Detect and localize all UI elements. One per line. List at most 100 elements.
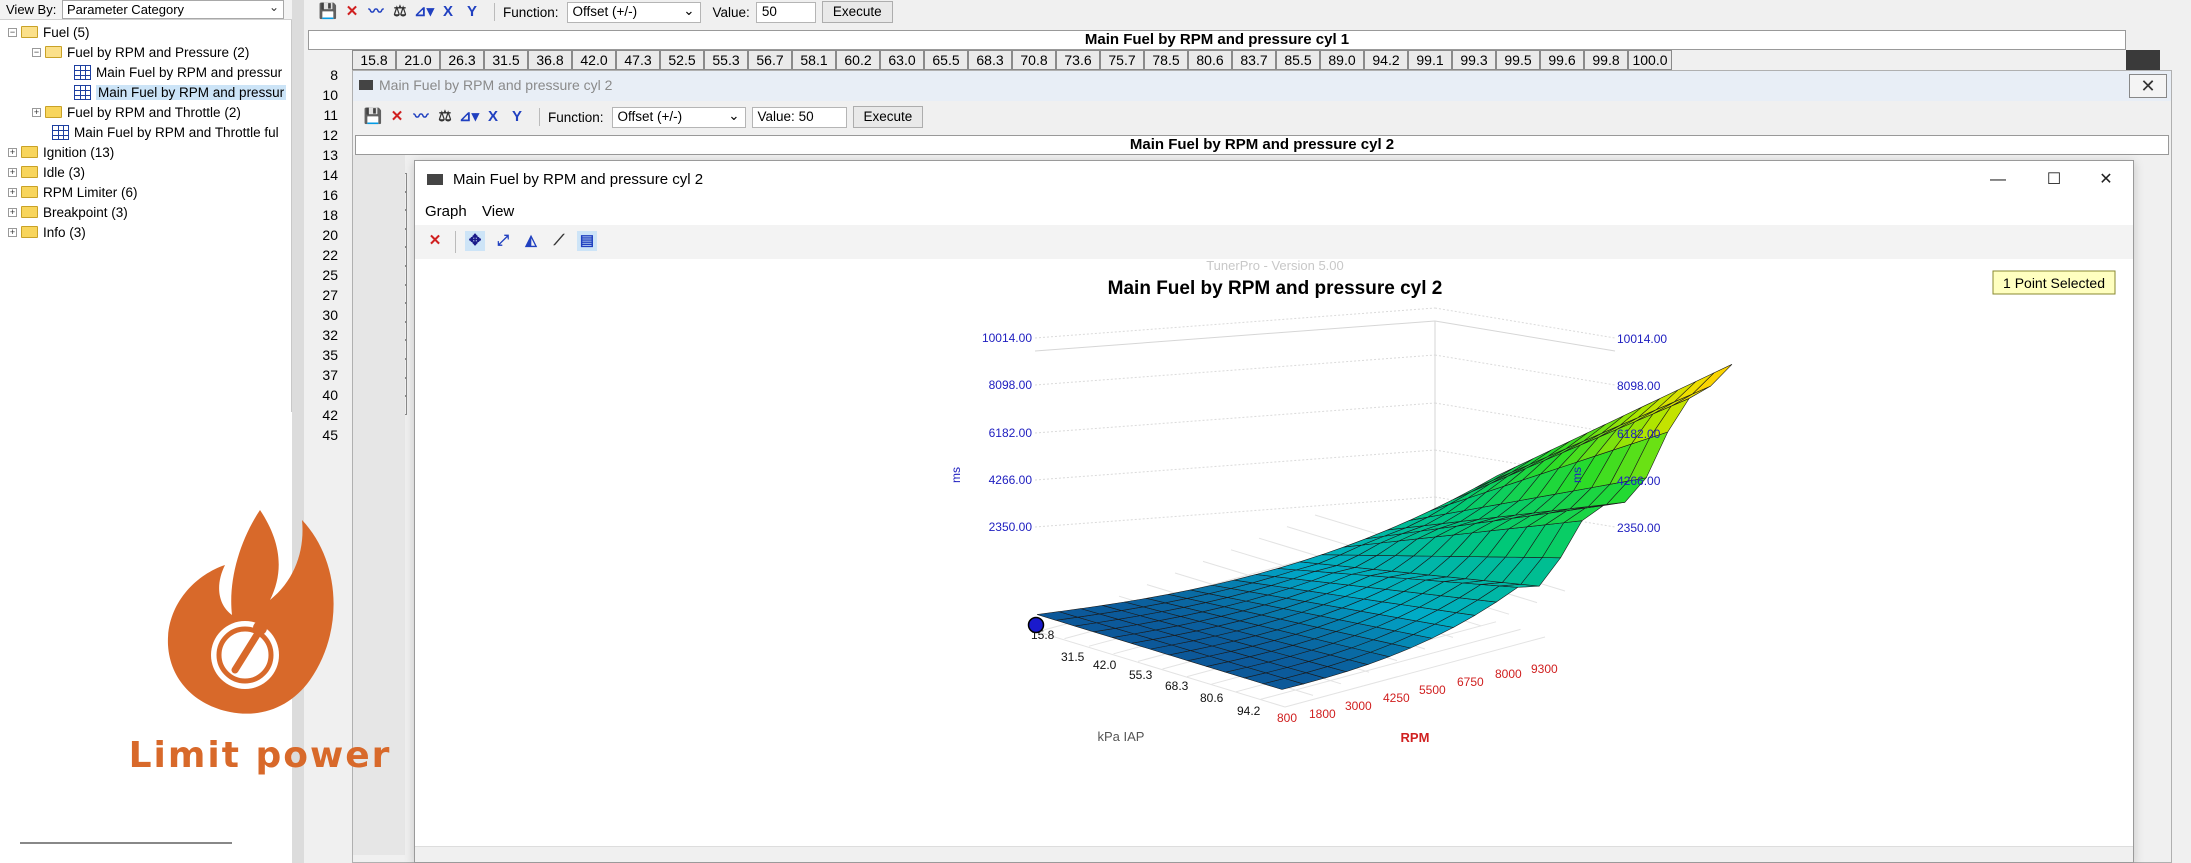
function-select[interactable]: Offset (+/-) ⌄ <box>566 1 701 23</box>
rotate-icon[interactable]: ⤢ <box>493 231 513 251</box>
tree-item-main-fuel-throttle[interactable]: Main Fuel by RPM and Throttle ful <box>52 122 279 142</box>
compare-dropdown-icon[interactable]: ⊿▾ <box>414 2 434 22</box>
value-input[interactable]: 50 <box>755 1 816 23</box>
tree-item-fuel-rpm-pressure[interactable]: − Fuel by RPM and Pressure (2) <box>32 42 249 62</box>
kpa-header-cell: 58.1 <box>792 50 836 70</box>
function-value: Offset (+/-) <box>572 3 638 19</box>
kpa-header-cell: 85.5 <box>1276 50 1320 70</box>
kpa-header-cell: 99.1 <box>1408 50 1452 70</box>
horizontal-scrollbar[interactable] <box>20 842 232 844</box>
expand-icon[interactable]: + <box>8 187 17 197</box>
editor1-toolbar: 💾 ✕ 〰 ⚖ ⊿▾ X Y Function: Offset (+/-) ⌄ … <box>318 0 893 24</box>
expand-icon[interactable]: + <box>32 107 41 117</box>
tree-item-label: Fuel (5) <box>43 24 90 40</box>
kpa-header-cell: 15.8 <box>352 50 396 70</box>
kpa-tick: 68.3 <box>1165 679 1189 693</box>
grid-line <box>1034 354 1436 386</box>
move-cursor-icon[interactable]: ✥ <box>465 231 485 251</box>
z-tick-right: 2350.00 <box>1617 521 1661 535</box>
save-icon[interactable]: 💾 <box>318 2 338 22</box>
close-icon[interactable]: ✕ <box>387 107 407 127</box>
function-label: Function: <box>548 109 604 125</box>
surface-plot[interactable]: TunerPro - Version 5.00 Main Fuel by RPM… <box>415 258 2135 849</box>
tree-item-info[interactable]: + Info (3) <box>8 222 86 242</box>
save-icon[interactable]: 💾 <box>363 107 383 127</box>
tree-item-fuel[interactable]: − Fuel (5) <box>8 22 90 42</box>
graph-statusbar <box>415 846 2133 862</box>
tree-item-ignition[interactable]: + Ignition (13) <box>8 142 114 162</box>
graph-icon[interactable]: 〰 <box>366 2 386 22</box>
surface-icon[interactable]: ◭ <box>521 231 541 251</box>
row-index-label: 20 <box>322 227 338 243</box>
kpa-header-cell: 36.8 <box>528 50 572 70</box>
close-icon[interactable]: ✕ <box>425 231 445 251</box>
color-scale-icon[interactable]: ▤ <box>577 231 597 251</box>
brand-logo: Limit power <box>110 480 410 780</box>
z-tick-left: 8098.00 <box>989 378 1033 392</box>
scale-icon[interactable]: ⚖ <box>390 2 410 22</box>
view-by-select[interactable]: Parameter Category ⌄ <box>62 0 284 19</box>
flame-logo-icon: Limit power <box>129 510 389 776</box>
z-tick-right: 10014.00 <box>1617 332 1667 346</box>
collapse-icon[interactable]: − <box>8 27 17 37</box>
rpm-tick: 6750 <box>1457 675 1484 689</box>
menu-graph[interactable]: Graph <box>425 203 467 220</box>
kpa-header-cell: 89.0 <box>1320 50 1364 70</box>
x-axis-icon[interactable]: X <box>438 2 458 22</box>
row-index-label: 35 <box>322 347 338 363</box>
plot-area[interactable]: TunerPro - Version 5.00 Main Fuel by RPM… <box>415 258 2135 849</box>
scale-icon[interactable]: ⚖ <box>435 107 455 127</box>
collapse-icon[interactable]: − <box>32 47 41 57</box>
menu-view[interactable]: View <box>482 203 514 220</box>
rpm-tick: 9300 <box>1531 662 1558 676</box>
kpa-header-cell: 99.5 <box>1496 50 1540 70</box>
row-index-label: 32 <box>322 327 338 343</box>
wireframe-icon[interactable]: ⟋ <box>549 231 569 251</box>
row-index-label: 14 <box>322 167 338 183</box>
x-axis-icon[interactable]: X <box>483 107 503 127</box>
expand-icon[interactable]: + <box>8 147 17 157</box>
folder-icon <box>21 166 38 178</box>
tree-item-rpm-limiter[interactable]: + RPM Limiter (6) <box>8 182 138 202</box>
compare-dropdown-icon[interactable]: ⊿▾ <box>459 107 479 127</box>
tree-item-main-fuel-cyl1[interactable]: Main Fuel by RPM and pressur <box>74 62 282 82</box>
row-index-label: 10 <box>322 87 338 103</box>
tree-item-breakpoint[interactable]: + Breakpoint (3) <box>8 202 128 222</box>
row-index-label: 40 <box>322 387 338 403</box>
window-icon <box>359 80 373 90</box>
selected-point-marker[interactable] <box>1027 616 1045 634</box>
table-title: Main Fuel by RPM and pressure cyl 1 <box>308 30 2126 50</box>
minimize-button[interactable]: — <box>1975 167 2021 193</box>
tree-item-fuel-rpm-throttle[interactable]: + Fuel by RPM and Throttle (2) <box>32 102 241 122</box>
tree-item-label: Fuel by RPM and Throttle (2) <box>67 104 241 120</box>
row-index-label: 45 <box>322 427 338 443</box>
kpa-header-cell: 63.0 <box>880 50 924 70</box>
expand-icon[interactable]: + <box>8 167 17 177</box>
expand-icon[interactable]: + <box>8 207 17 217</box>
kpa-header-cell: 52.5 <box>660 50 704 70</box>
tree-item-idle[interactable]: + Idle (3) <box>8 162 85 182</box>
kpa-header-cell: 47.3 <box>616 50 660 70</box>
grid-line <box>1034 402 1436 434</box>
y-axis-icon[interactable]: Y <box>462 2 482 22</box>
expand-icon[interactable]: + <box>8 227 17 237</box>
close-button[interactable]: ✕ <box>2129 74 2167 98</box>
rpm-tick: 8000 <box>1495 667 1522 681</box>
table-icon <box>74 64 91 80</box>
y-axis-icon[interactable]: Y <box>507 107 527 127</box>
close-icon[interactable]: ✕ <box>342 2 362 22</box>
folder-icon <box>21 226 38 238</box>
function-select[interactable]: Offset (+/-) ⌄ <box>611 106 746 128</box>
row-index-label: 16 <box>322 187 338 203</box>
graph-icon[interactable]: 〰 <box>411 107 431 127</box>
maximize-button[interactable]: ☐ <box>2031 167 2077 193</box>
kpa-header-cell: 75.7 <box>1100 50 1144 70</box>
tree-item-label: RPM Limiter (6) <box>43 184 138 200</box>
execute-button[interactable]: Execute <box>852 106 924 128</box>
z-axis-unit-left: ms <box>949 467 963 483</box>
execute-button[interactable]: Execute <box>821 1 893 23</box>
close-button[interactable]: ✕ <box>2083 167 2129 193</box>
tree-item-main-fuel-cyl2[interactable]: Main Fuel by RPM and pressur <box>74 82 287 102</box>
value-field[interactable]: Value: 50 <box>751 106 847 128</box>
graph-window: Main Fuel by RPM and pressure cyl 2 — ☐ … <box>414 160 2134 863</box>
